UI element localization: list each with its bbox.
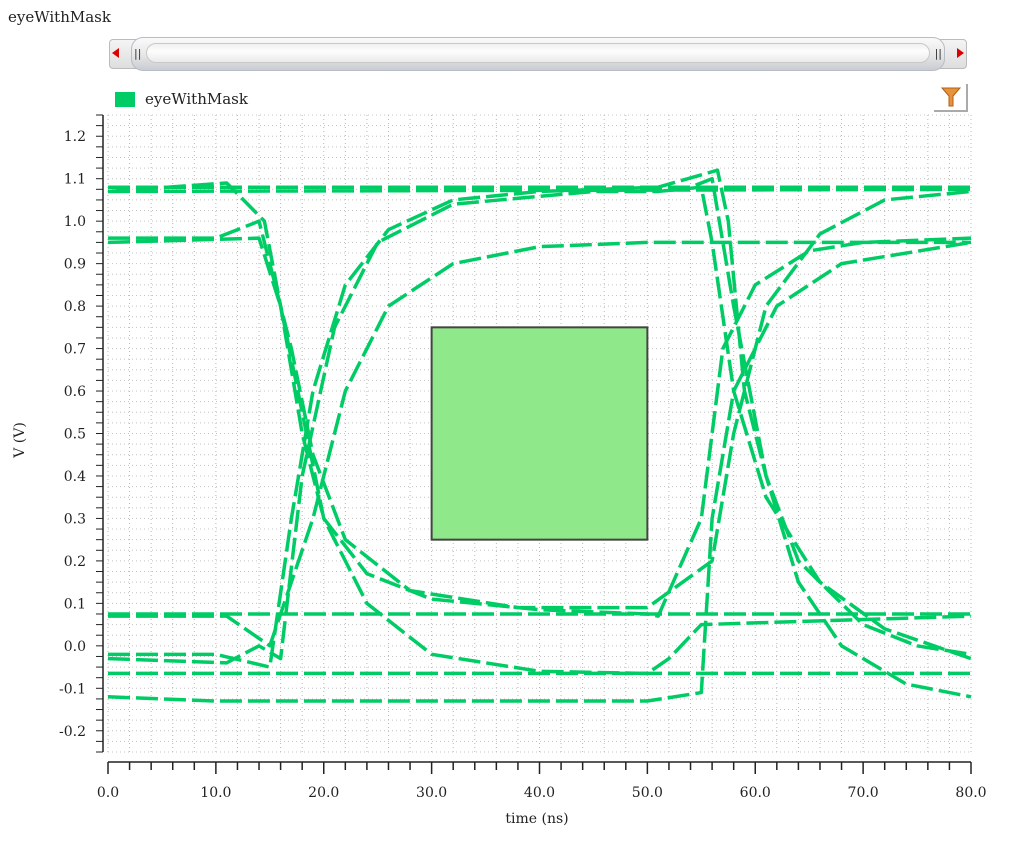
y-tick-label: 0.6	[64, 384, 86, 400]
x-tick-label: 70.0	[848, 785, 879, 801]
y-tick-label: 0.0	[64, 639, 86, 655]
eye-mask	[430, 326, 649, 541]
y-tick-label: -0.1	[59, 681, 86, 697]
y-tick-label: 0.4	[64, 469, 86, 485]
y-tick-label: 1.2	[64, 129, 86, 145]
x-tick-label: 40.0	[524, 785, 555, 801]
x-tick-label: 10.0	[200, 785, 231, 801]
x-tick-label: 80.0	[955, 785, 986, 801]
y-tick-label: 0.8	[64, 299, 86, 315]
y-tick-label: 0.2	[64, 554, 86, 570]
x-tick-label: 20.0	[308, 785, 339, 801]
y-tick-label: -0.2	[59, 724, 86, 740]
y-tick-label: 1.0	[64, 214, 86, 230]
x-tick-label: 30.0	[416, 785, 447, 801]
y-tick-label: 0.9	[64, 257, 86, 273]
y-tick-label: 0.7	[64, 342, 86, 358]
y-tick-label: 1.1	[64, 172, 86, 188]
x-tick-label: 60.0	[740, 785, 771, 801]
eye-diagram-chart: 0.0 10.0 20.0 30.0 40.0 50.0 60.0 70.0 80.0 1.2 1.…	[12, 114, 987, 827]
x-tick-label: 0.0	[97, 785, 119, 801]
y-tick-label: 0.5	[64, 427, 86, 443]
y-tick-label: 0.1	[64, 596, 86, 612]
x-axis-label: time (ns)	[505, 811, 568, 827]
y-tick-label: 0.3	[64, 511, 86, 527]
series-trace	[107, 187, 972, 194]
x-tick-label: 50.0	[632, 785, 663, 801]
y-axis-label: V (V)	[12, 422, 28, 459]
